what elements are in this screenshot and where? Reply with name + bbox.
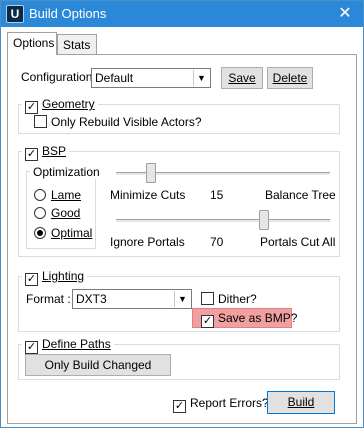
build-button[interactable]: Build [267, 391, 335, 414]
checkbox-box-icon [201, 292, 214, 305]
build-button-label: Build [287, 395, 315, 409]
minimize-cuts-label: Minimize Cuts [110, 188, 186, 202]
radio-optimal-label: Optimal [51, 226, 93, 240]
ignore-portals-slider-track[interactable] [116, 219, 330, 223]
lighting-checkbox[interactable]: ✓ Lighting [22, 269, 88, 286]
delete-button[interactable]: Delete [267, 67, 313, 89]
checkmark-icon: ✓ [25, 148, 38, 161]
chevron-down-icon: ▼ [174, 291, 190, 307]
tab-stats-label: Stats [63, 38, 91, 52]
checkmark-icon: ✓ [25, 273, 38, 286]
geometry-label: Geometry [42, 97, 95, 111]
dither-label: Dither? [218, 292, 257, 306]
geometry-checkbox[interactable]: ✓ Geometry [22, 97, 98, 114]
checkmark-icon: ✓ [25, 341, 38, 354]
save-button[interactable]: Save [221, 67, 263, 89]
format-label: Format : [26, 292, 71, 306]
portals-cut-all-label: Portals Cut All [260, 235, 336, 249]
window-title: Build Options [29, 6, 107, 21]
radio-icon [34, 207, 46, 219]
checkbox-box-icon [34, 115, 47, 128]
radio-lame[interactable]: Lame [34, 188, 81, 202]
radio-good-label: Good [51, 206, 81, 220]
build-options-window: U Build Options ✕ Options Stats Configur… [0, 0, 364, 428]
balance-tree-label: Balance Tree [265, 188, 336, 202]
tab-stats[interactable]: Stats [57, 34, 97, 55]
configuration-label: Configuration: [21, 70, 96, 84]
define-paths-checkbox[interactable]: ✓ Define Paths [22, 337, 114, 354]
tab-options-label: Options [13, 36, 55, 50]
radio-lame-label: Lame [51, 188, 82, 202]
checkmark-icon: ✓ [201, 315, 214, 328]
bsp-checkbox[interactable]: ✓ BSP [22, 144, 70, 161]
title-bar[interactable]: U Build Options ✕ [1, 1, 363, 27]
define-paths-label: Define Paths [42, 337, 111, 351]
ignore-portals-slider-thumb[interactable] [259, 210, 269, 230]
dither-checkbox[interactable]: Dither? [201, 292, 257, 306]
close-icon[interactable]: ✕ [333, 4, 357, 24]
ignore-portals-value: 70 [210, 235, 224, 249]
radio-icon [34, 189, 46, 201]
optimization-title: Optimization [30, 165, 103, 179]
options-panel: Configuration: Default ▼ Save Delete ✓ Ge… [7, 54, 357, 424]
save-as-bmp-label: Save as BMP? [218, 311, 298, 325]
save-as-bmp-checkbox[interactable]: ✓ Save as BMP? [201, 311, 297, 328]
minimize-cuts-slider-thumb[interactable] [146, 163, 156, 183]
chevron-down-icon: ▼ [193, 70, 209, 86]
only-build-changed-label: Only Build Changed [44, 358, 152, 372]
delete-button-label: Delete [272, 71, 308, 85]
minimize-cuts-value: 15 [210, 188, 224, 202]
report-errors-checkbox[interactable]: ✓ Report Errors? [173, 396, 269, 413]
only-build-changed-button[interactable]: Only Build Changed [25, 354, 171, 376]
radio-good[interactable]: Good [34, 206, 80, 220]
tab-options[interactable]: Options [7, 32, 57, 55]
checkmark-icon: ✓ [173, 400, 186, 413]
format-value: DXT3 [76, 292, 107, 306]
format-select[interactable]: DXT3 ▼ [72, 289, 192, 309]
save-button-label: Save [228, 71, 256, 85]
only-rebuild-label: Only Rebuild Visible Actors? [51, 115, 202, 129]
radio-optimal[interactable]: Optimal [34, 226, 92, 240]
only-rebuild-visible-checkbox[interactable]: Only Rebuild Visible Actors? [34, 115, 202, 129]
configuration-select[interactable]: Default ▼ [91, 68, 211, 88]
ignore-portals-label: Ignore Portals [110, 235, 185, 249]
checkmark-icon: ✓ [25, 101, 38, 114]
configuration-value: Default [95, 71, 134, 85]
lighting-label: Lighting [42, 269, 85, 283]
radio-selected-icon [34, 227, 46, 239]
unreal-app-icon: U [6, 5, 24, 23]
bsp-label: BSP [42, 144, 67, 158]
report-errors-label: Report Errors? [190, 396, 269, 410]
